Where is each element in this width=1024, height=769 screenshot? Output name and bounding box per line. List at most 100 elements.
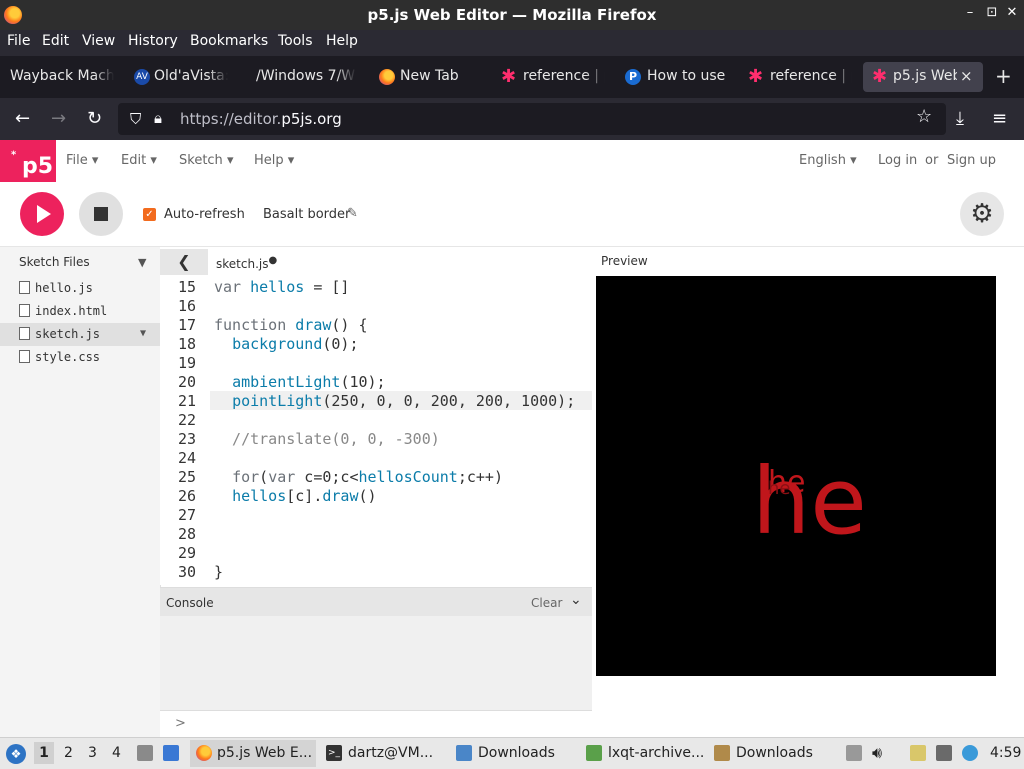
p5-menu-sketch[interactable]: Sketch ▾ [179,153,233,168]
code-line[interactable]: pointLight(250, 0, 0, 200, 200, 1000); [214,392,575,410]
console-clear-button[interactable]: Clear [531,596,562,610]
volume-icon[interactable]: 🔊︎ [872,743,882,763]
tab-oldavista[interactable]: AV Old'aVista: I [132,62,228,92]
download-icon[interactable]: ⤓ [956,108,964,129]
network-icon[interactable] [936,745,952,761]
sketch-files-sidebar: Sketch Files ▼ hello.js index.html sketc… [0,247,161,737]
updates-icon[interactable] [962,745,978,761]
task-label: dartz@VM... [348,745,434,761]
menu-file[interactable]: File [7,33,30,49]
menu-edit[interactable]: Edit [42,33,69,49]
tab-close-icon[interactable]: × [960,67,973,85]
file-item-selected[interactable]: sketch.js ▼ [0,323,160,346]
workspace-1[interactable]: 1 [34,742,54,764]
archive-icon [586,745,602,761]
code-line[interactable]: var hellos = [] [214,278,349,296]
signup-link[interactable]: Sign up [947,153,996,168]
workspace-2[interactable]: 2 [64,745,73,761]
task-downloads-2[interactable]: Downloads [712,740,838,767]
task-downloads-1[interactable]: Downloads [452,740,578,767]
file-item[interactable]: hello.js [0,277,160,300]
p5-star-icon: ✱ [748,66,764,87]
clipboard-icon[interactable] [910,745,926,761]
file-manager-icon[interactable] [137,745,153,761]
chevron-down-icon[interactable]: ▼ [138,256,146,269]
p5-logo[interactable]: p5 * [0,140,56,182]
folder-icon [456,745,472,761]
p5-menu-edit[interactable]: Edit ▾ [121,153,157,168]
lock-screen-icon[interactable] [846,745,862,761]
menu-view[interactable]: View [82,33,115,49]
tab-windows7[interactable]: /Windows 7/Wi [256,62,356,92]
window-title: p5.js Web Editor — Mozilla Firefox [367,6,657,24]
show-desktop-icon[interactable] [163,745,179,761]
forward-arrow-icon[interactable]: → [51,108,66,129]
sketch-name[interactable]: Basalt border [263,207,350,222]
code-editor[interactable]: 15 16 17 18 19 20 21 22 23 24 25 26 27 28 29 30 var hel… [160,277,592,585]
editor-file-tab[interactable]: sketch.js● [216,255,277,271]
menu-tools[interactable]: Tools [278,33,313,49]
language-select[interactable]: English ▾ [799,153,857,168]
chevron-down-icon[interactable]: ⌄ [570,592,582,608]
start-menu-icon[interactable]: ❖ [6,744,26,764]
stop-button[interactable] [79,192,123,236]
tab-how-to-use[interactable]: P How to use [625,62,729,92]
line-number: 18 [177,335,196,353]
pencil-icon[interactable]: ✎ [347,206,358,221]
close-window-button[interactable]: ✕ [1004,5,1020,20]
tab-newtab[interactable]: New Tab [379,62,475,92]
line-number: 16 [177,297,196,315]
new-tab-button[interactable]: + [995,64,1015,94]
url-bar[interactable]: ⛉ 🔒︎ https://editor.p5js.org [118,103,946,135]
workspace-4[interactable]: 4 [112,745,121,761]
task-lxqt-archiver[interactable]: lxqt-archive... [582,740,708,767]
workspace-3[interactable]: 3 [88,745,97,761]
firefox-icon [379,69,395,85]
menu-help[interactable]: Help [326,33,358,49]
code-line[interactable]: function draw() { [214,316,368,334]
tab-wayback[interactable]: Wayback Mach [10,62,114,92]
task-label: Downloads [736,745,813,761]
task-terminal[interactable]: >_ dartz@VM... [322,740,446,767]
maximize-button[interactable]: ⊡ [984,5,1000,20]
play-button[interactable] [20,192,64,236]
file-item[interactable]: index.html [0,300,160,323]
tab-reference-2[interactable]: ✱ reference | p [748,62,852,92]
gear-icon[interactable]: ⚙ [960,192,1004,236]
code-line[interactable]: hellos[c].draw() [214,487,377,505]
tab-reference-1[interactable]: ✱ reference | p [501,62,605,92]
code-line[interactable]: //translate(0, 0, -300) [214,430,440,448]
preview-canvas[interactable]: he he he [596,276,996,676]
menu-history[interactable]: History [128,33,178,49]
line-number: 24 [177,449,196,467]
auto-refresh-checkbox[interactable]: ✓ [143,208,156,221]
tab-p5js-editor[interactable]: ✱ p5.js Web × [863,62,983,92]
hamburger-menu-icon[interactable]: ≡ [992,108,1007,129]
p5-menu-file[interactable]: File ▾ [66,153,98,168]
back-arrow-icon[interactable]: ← [15,108,30,129]
p5-header: p5 * File ▾ Edit ▾ Sketch ▾ Help ▾ Englis… [0,140,1024,183]
p5-menu-help[interactable]: Help ▾ [254,153,294,168]
line-number: 27 [177,506,196,524]
console-input[interactable]: > [160,710,592,739]
code-line[interactable]: for(var c=0;c<hellosCount;c++) [214,468,503,486]
reload-icon[interactable]: ↻ [87,108,102,129]
url-text[interactable]: https://editor.p5js.org [180,110,342,128]
code-line[interactable]: } [214,563,223,581]
file-name: sketch.js [35,327,101,341]
collapse-sidebar-button[interactable]: ❮ [160,249,208,275]
task-firefox[interactable]: p5.js Web E... [190,740,316,767]
minimize-button[interactable]: – [962,5,978,20]
code-line[interactable]: ambientLight(10); [214,373,386,391]
file-options-icon[interactable]: ▼ [140,328,146,339]
menu-bookmarks[interactable]: Bookmarks [190,33,268,49]
lock-icon[interactable]: 🔒︎ [154,109,162,127]
shield-icon[interactable]: ⛉ [130,110,141,128]
code-line[interactable]: background(0); [214,335,358,353]
p5-star-icon: ✱ [501,66,517,87]
line-number: 23 [177,430,196,448]
bookmark-star-icon[interactable]: ☆ [916,106,932,127]
login-link[interactable]: Log in [878,153,917,168]
file-item[interactable]: style.css [0,346,160,369]
console-header: Console Clear ⌄ [160,588,592,616]
